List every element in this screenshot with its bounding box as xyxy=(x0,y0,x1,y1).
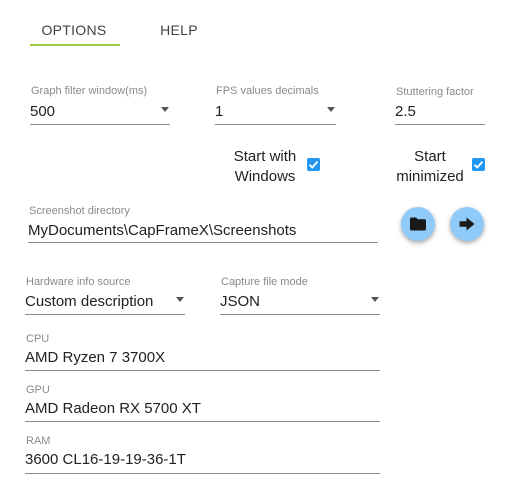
hw-source-select[interactable]: Custom description xyxy=(25,290,185,316)
cpu-input[interactable]: AMD Ryzen 7 3700X xyxy=(25,349,165,366)
gpu-label: GPU xyxy=(26,384,50,396)
hw-source-value: Custom description xyxy=(25,293,154,310)
gpu-input[interactable]: AMD Radeon RX 5700 XT xyxy=(25,400,201,417)
graph-filter-underline xyxy=(30,124,170,125)
start-minimized-checkbox[interactable] xyxy=(472,158,485,171)
chevron-down-icon xyxy=(176,297,184,302)
arrow-right-icon xyxy=(459,217,475,231)
folder-icon xyxy=(410,217,426,231)
ram-label: RAM xyxy=(26,435,51,447)
hw-source-underline xyxy=(25,314,185,315)
fps-decimals-underline xyxy=(215,124,336,125)
tab-help[interactable]: HELP xyxy=(148,22,210,38)
check-icon xyxy=(308,161,319,169)
gpu-underline xyxy=(25,421,380,422)
graph-filter-label: Graph filter window(ms) xyxy=(31,85,148,97)
stuttering-input[interactable]: 2.5 xyxy=(395,103,484,120)
screenshot-dir-label: Screenshot directory xyxy=(29,205,130,217)
tab-options[interactable]: OPTIONS xyxy=(30,22,118,38)
capture-mode-value: JSON xyxy=(220,293,261,310)
fps-decimals-select[interactable]: 1 xyxy=(215,100,336,126)
graph-filter-value: 500 xyxy=(30,103,56,120)
fps-decimals-value: 1 xyxy=(215,103,224,120)
stuttering-underline xyxy=(395,124,485,125)
ram-underline xyxy=(25,473,380,474)
capture-mode-label: Capture file mode xyxy=(221,276,308,288)
capture-mode-underline xyxy=(220,314,380,315)
graph-filter-select[interactable]: 500 xyxy=(30,100,170,126)
tab-help-label: HELP xyxy=(160,22,198,38)
start-with-windows-label: Start with Windows xyxy=(233,148,297,185)
chevron-down-icon xyxy=(327,107,335,112)
ram-input[interactable]: 3600 CL16-19-19-36-1T xyxy=(25,451,186,468)
open-directory-button[interactable] xyxy=(450,207,484,241)
capture-mode-select[interactable]: JSON xyxy=(220,290,380,316)
cpu-underline xyxy=(25,370,380,371)
chevron-down-icon xyxy=(161,107,169,112)
tab-active-indicator xyxy=(30,44,120,46)
chevron-down-icon xyxy=(371,297,379,302)
start-minimized-label: Start minimized xyxy=(396,148,464,185)
fps-decimals-label: FPS values decimals xyxy=(216,85,319,97)
stuttering-label: Stuttering factor xyxy=(396,86,474,98)
start-with-windows-checkbox[interactable] xyxy=(307,158,320,171)
cpu-label: CPU xyxy=(26,333,50,345)
check-icon xyxy=(473,161,484,169)
screenshot-dir-input[interactable]: MyDocuments\CapFrameX\Screenshots xyxy=(28,222,296,239)
folder-button[interactable] xyxy=(401,207,435,241)
hw-source-label: Hardware info source xyxy=(26,276,131,288)
tab-options-label: OPTIONS xyxy=(41,22,107,38)
screenshot-dir-underline xyxy=(28,242,378,243)
